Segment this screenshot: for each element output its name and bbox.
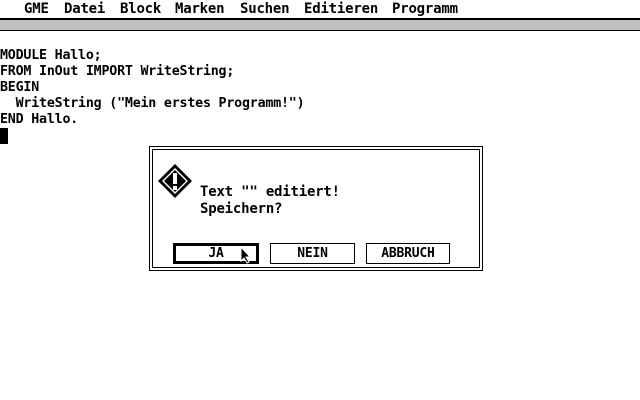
exclamation-diamond-icon: [158, 164, 192, 198]
code-line-4: WriteString ("Mein erstes Programm!"): [0, 96, 305, 111]
dialog-message-line-2: Speichern?: [200, 201, 283, 217]
menu-programm[interactable]: Programm: [392, 1, 458, 18]
menu-marken[interactable]: Marken: [175, 1, 225, 18]
menu-bar: GME Datei Block Marken Suchen Editieren …: [0, 0, 640, 19]
text-cursor: [0, 128, 8, 144]
code-line-2: FROM InOut IMPORT WriteString;: [0, 64, 235, 79]
menu-block[interactable]: Block: [120, 1, 161, 18]
menu-gme[interactable]: GME: [24, 1, 49, 18]
window-title-bar[interactable]: [0, 19, 640, 31]
code-line-5: END Hallo.: [0, 112, 79, 127]
code-line-1: MODULE Hallo;: [0, 48, 102, 63]
title-bar-pattern: [0, 20, 640, 30]
menu-datei[interactable]: Datei: [64, 1, 105, 18]
mouse-pointer-icon: [240, 246, 252, 264]
dialog-message-line-1: Text "" editiert!: [200, 184, 340, 200]
code-line-3: BEGIN: [0, 80, 40, 95]
cancel-button[interactable]: ABBRUCH: [366, 243, 450, 264]
no-button[interactable]: NEIN: [270, 243, 355, 264]
menu-editieren[interactable]: Editieren: [304, 1, 378, 18]
menu-suchen[interactable]: Suchen: [240, 1, 290, 18]
